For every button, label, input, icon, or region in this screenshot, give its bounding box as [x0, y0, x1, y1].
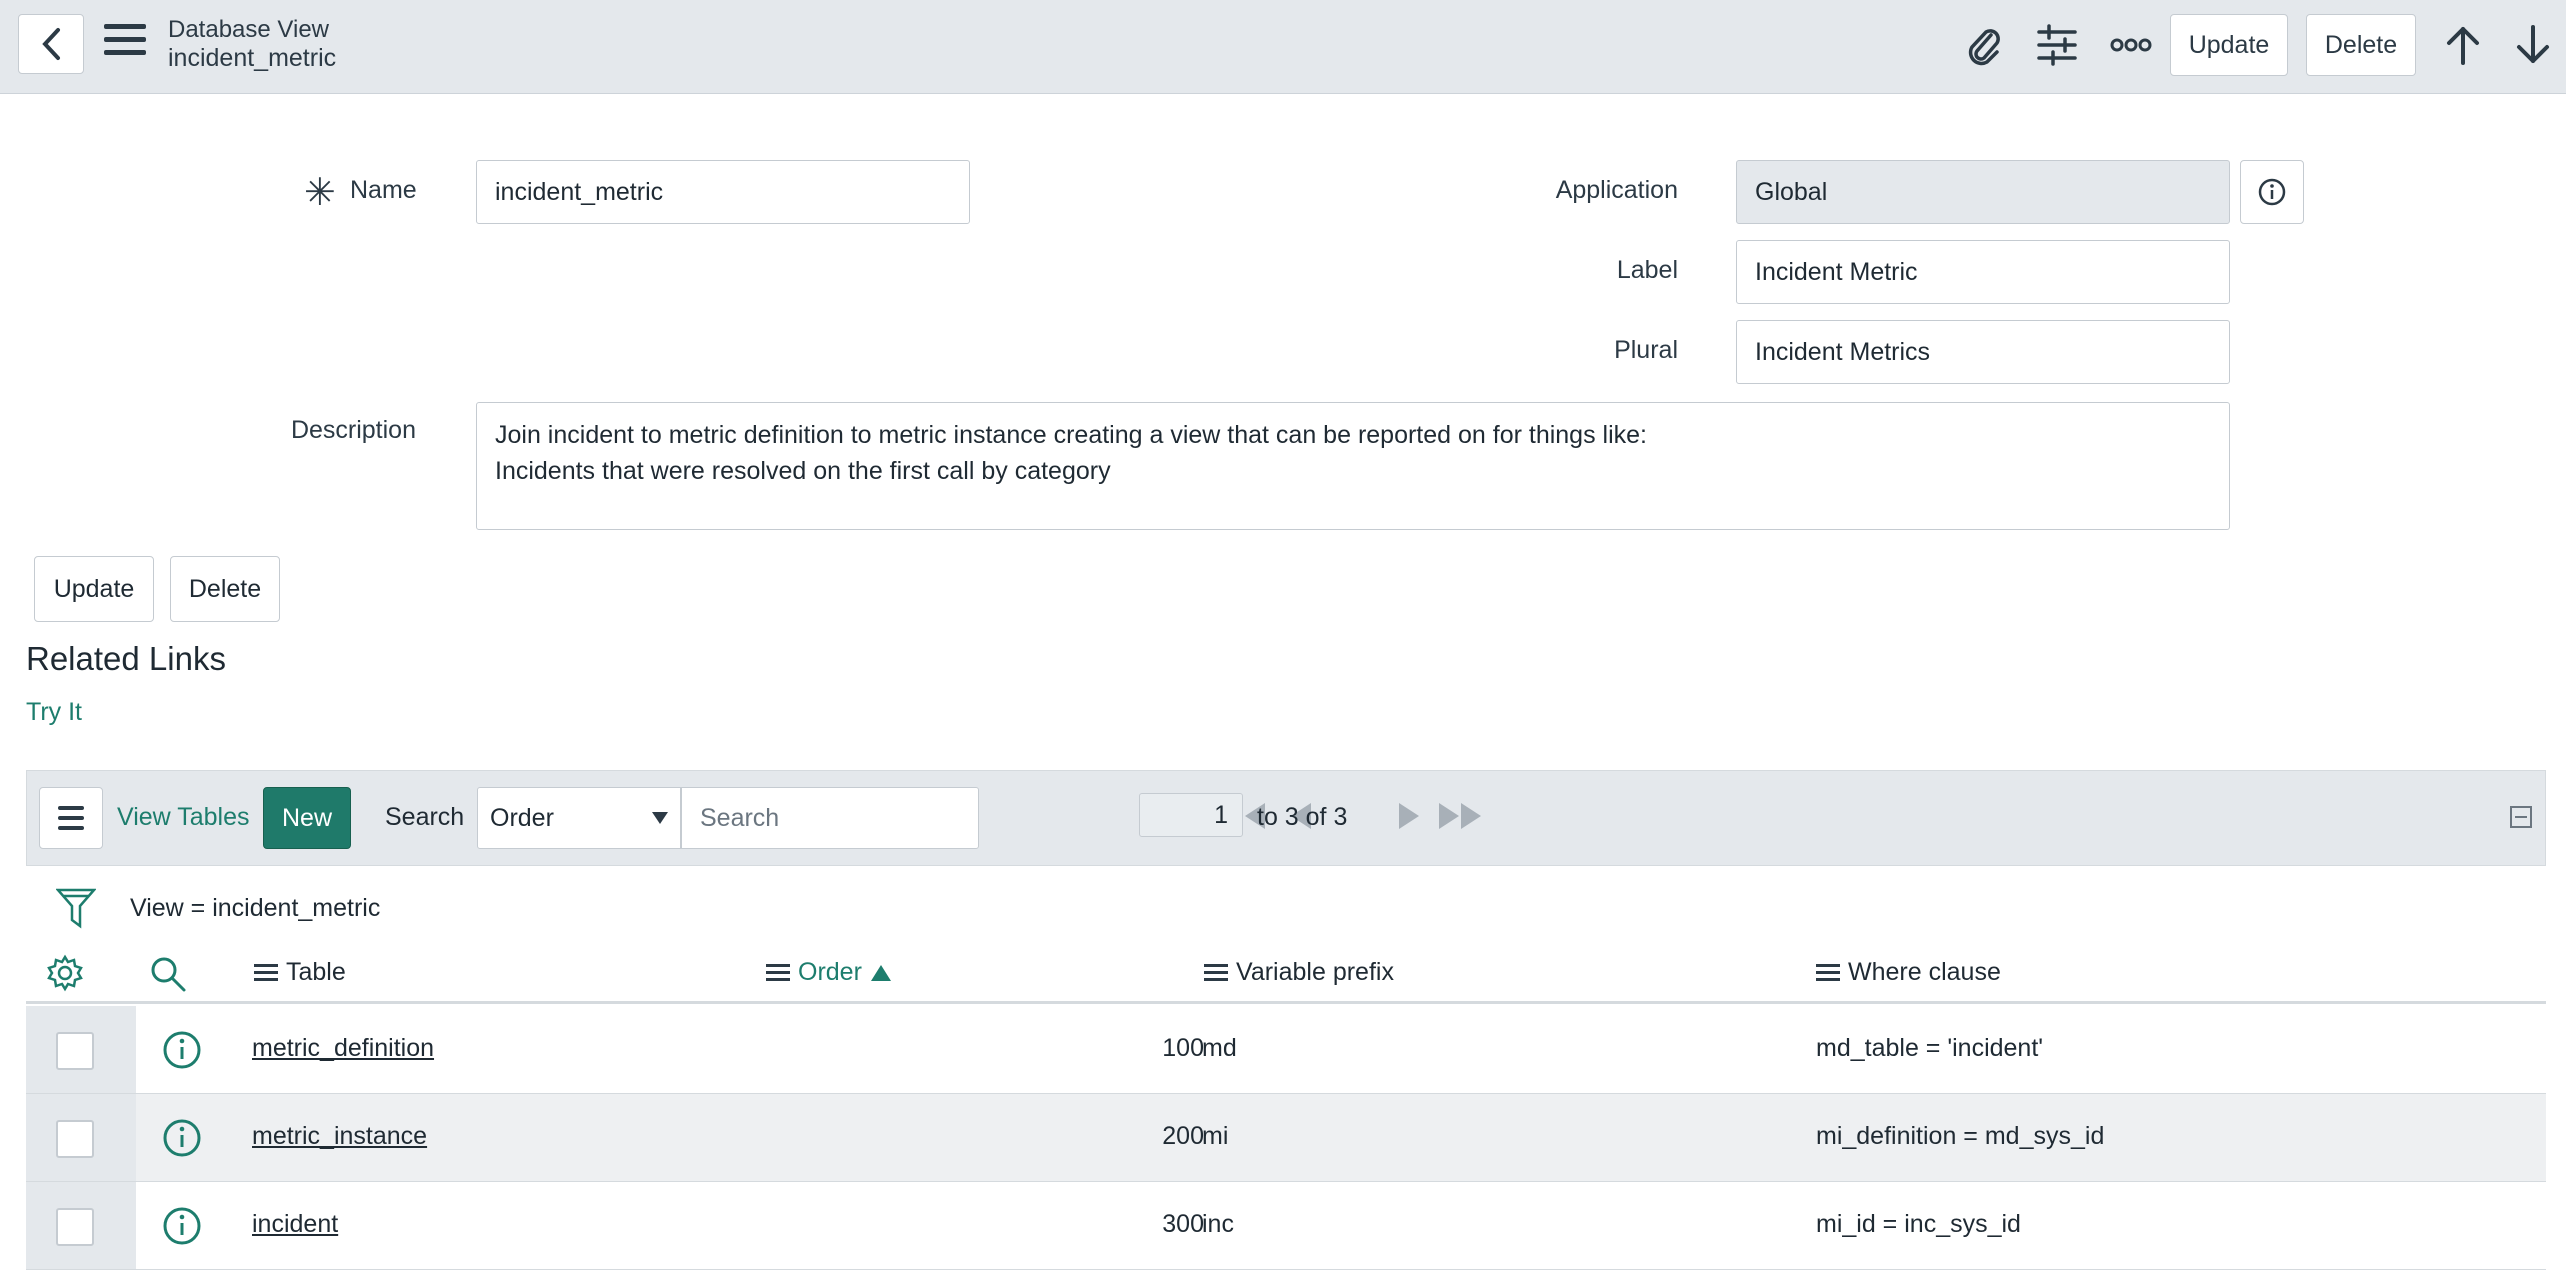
table-row: metric_definition 100 md md_table = 'inc…: [26, 1006, 2546, 1094]
last-page-icon[interactable]: [1437, 801, 1485, 831]
column-menu-icon[interactable]: [1204, 960, 1228, 985]
column-header-variable-prefix[interactable]: Variable prefix: [1204, 958, 1394, 987]
info-icon: [2258, 178, 2286, 206]
column-menu-icon[interactable]: [766, 960, 790, 985]
try-it-link[interactable]: Try It: [26, 698, 82, 727]
row-info-icon[interactable]: [162, 1030, 202, 1070]
column-label-order: Order: [798, 958, 862, 986]
next-record-arrow-down-icon[interactable]: [2508, 20, 2558, 70]
header-update-button[interactable]: Update: [2170, 14, 2288, 76]
plural-field[interactable]: Incident Metrics: [1736, 320, 2230, 384]
record-name: incident_metric: [168, 44, 337, 72]
application-label: Application: [1555, 176, 1678, 204]
next-page-icon[interactable]: [1397, 801, 1421, 831]
variable-prefix-cell: inc: [1202, 1210, 1234, 1238]
row-checkbox[interactable]: [56, 1120, 94, 1158]
label-field[interactable]: Incident Metric: [1736, 240, 2230, 304]
table-cell-link[interactable]: incident: [252, 1210, 338, 1239]
column-header-table[interactable]: Table: [254, 958, 346, 987]
column-label-table: Table: [286, 958, 346, 986]
where-clause-cell: mi_definition = md_sys_id: [1816, 1122, 2105, 1150]
new-button[interactable]: New: [263, 787, 351, 849]
update-button[interactable]: Update: [34, 556, 154, 622]
variable-prefix-cell: mi: [1202, 1122, 1229, 1150]
search-icon[interactable]: [148, 954, 188, 994]
label-label: Label: [1616, 256, 1678, 284]
where-clause-cell: mi_id = inc_sys_id: [1816, 1210, 2021, 1238]
sort-ascending-icon: [870, 964, 891, 981]
tab-view-tables[interactable]: View Tables: [117, 803, 250, 832]
personalize-sliders-icon[interactable]: [2032, 20, 2082, 70]
search-field-select[interactable]: Order: [477, 787, 681, 849]
filter-breadcrumb: View = incident_metric: [26, 880, 2546, 938]
record-title: Database View incident_metric: [168, 16, 336, 72]
mandatory-asterisk-icon: ✳: [304, 172, 336, 214]
column-menu-icon[interactable]: [254, 960, 278, 985]
order-cell: 300: [1162, 1210, 1204, 1238]
variable-prefix-cell: md: [1202, 1034, 1237, 1062]
order-cell: 100: [1162, 1034, 1204, 1062]
back-button[interactable]: [18, 14, 84, 74]
more-options-icon[interactable]: [2106, 20, 2156, 70]
related-list-toolbar: View Tables New Search Order 1 to 3 of 3: [26, 770, 2546, 866]
name-field[interactable]: incident_metric: [476, 160, 970, 224]
table-cell-link[interactable]: metric_instance: [252, 1122, 427, 1151]
column-header-order[interactable]: Order: [766, 958, 892, 987]
search-input[interactable]: [681, 787, 979, 849]
column-label-variable-prefix: Variable prefix: [1236, 958, 1394, 986]
record-type: Database View: [168, 16, 329, 43]
order-cell: 200: [1162, 1122, 1204, 1150]
table-header: Table Order Variable prefix Where clause: [26, 944, 2546, 1004]
name-label: Name: [350, 176, 417, 204]
page-number-input[interactable]: 1: [1139, 793, 1243, 837]
description-field[interactable]: Join incident to metric definition to me…: [476, 402, 2230, 530]
delete-button[interactable]: Delete: [170, 556, 280, 622]
form-header: Database View incident_metric Update Del…: [0, 0, 2566, 94]
row-checkbox[interactable]: [56, 1208, 94, 1246]
page-range-text: to 3 of 3: [1257, 803, 1348, 831]
column-label-where-clause: Where clause: [1848, 958, 2001, 986]
application-field: Global: [1736, 160, 2230, 224]
where-clause-cell: md_table = 'incident': [1816, 1034, 2044, 1062]
row-info-icon[interactable]: [162, 1118, 202, 1158]
column-menu-icon[interactable]: [1816, 960, 1840, 985]
related-links-title: Related Links: [26, 640, 226, 677]
hamburger-menu-icon[interactable]: [104, 24, 146, 62]
chevron-left-icon: [42, 28, 60, 60]
application-info-button[interactable]: [2240, 160, 2304, 224]
filter-funnel-icon[interactable]: [56, 886, 96, 930]
table-row: incident 300 inc mi_id = inc_sys_id: [26, 1182, 2546, 1270]
description-line-1: Join incident to metric definition to me…: [495, 421, 1647, 449]
plural-label: Plural: [1614, 336, 1678, 364]
header-delete-button[interactable]: Delete: [2306, 14, 2416, 76]
table-cell-link[interactable]: metric_definition: [252, 1034, 434, 1063]
table-row: metric_instance 200 mi mi_definition = m…: [26, 1094, 2546, 1182]
search-field-value: Order: [490, 803, 554, 832]
search-label: Search: [385, 803, 465, 831]
row-checkbox[interactable]: [56, 1032, 94, 1070]
description-label: Description: [290, 416, 416, 444]
previous-record-arrow-up-icon[interactable]: [2438, 20, 2488, 70]
column-header-where-clause[interactable]: Where clause: [1816, 958, 2001, 987]
caret-down-icon: [652, 812, 668, 824]
description-line-2: Incidents that were resolved on the firs…: [495, 457, 1111, 485]
row-info-icon[interactable]: [162, 1206, 202, 1246]
attachment-icon[interactable]: [1958, 20, 2008, 70]
filter-condition[interactable]: View = incident_metric: [130, 894, 380, 923]
gear-icon[interactable]: [46, 954, 84, 992]
collapse-list-icon[interactable]: [2509, 805, 2533, 829]
list-context-menu-icon[interactable]: [39, 787, 103, 849]
